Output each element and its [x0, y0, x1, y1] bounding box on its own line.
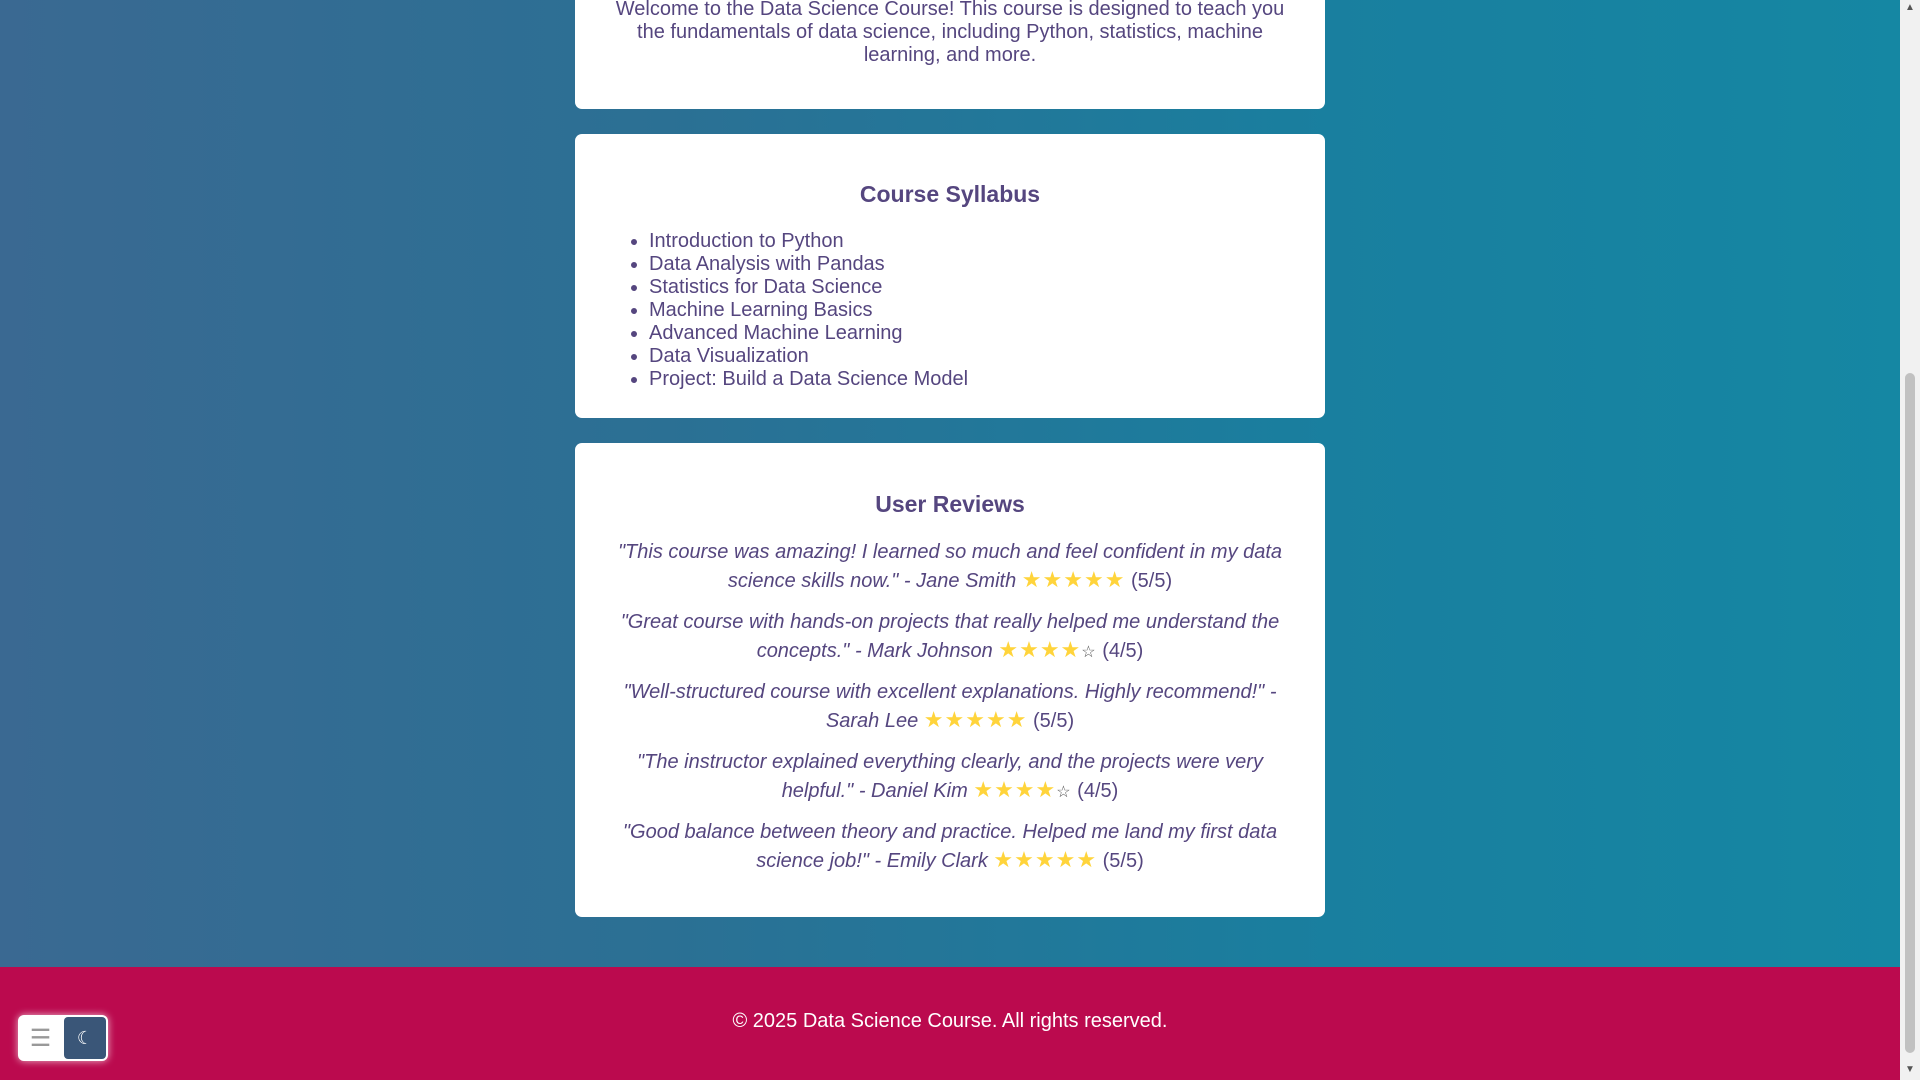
star-filled-icon: ★: [973, 777, 995, 802]
page-viewport: Welcome to the Data Science Course! This…: [0, 0, 1900, 1080]
star-filled-icon: ★: [1014, 777, 1036, 802]
star-filled-icon: ★: [998, 637, 1020, 662]
scrollbar-thumb[interactable]: [1905, 373, 1915, 1053]
star-rating: ★★★★★: [1021, 567, 1126, 592]
syllabus-item: Project: Build a Data Science Model: [649, 368, 968, 391]
star-filled-icon: ★: [1014, 847, 1035, 872]
star-rating: ★★★★☆: [973, 777, 1072, 802]
syllabus-card: Course Syllabus Introduction to Python D…: [575, 134, 1325, 418]
intro-text: Welcome to the Data Science Course! This…: [615, 0, 1285, 66]
star-filled-icon: ★: [1034, 847, 1056, 872]
review-item: "Good balance between theory and practic…: [615, 819, 1285, 875]
review-item: "Great course with hands-on projects tha…: [615, 609, 1285, 666]
star-filled-icon: ★: [1060, 637, 1082, 662]
star-filled-icon: ★: [923, 707, 945, 732]
review-quote: "Great course with hands-on projects tha…: [620, 611, 1280, 662]
star-filled-icon: ★: [1076, 847, 1098, 872]
review-score: (4/5): [1102, 640, 1144, 662]
site-footer: © 2025 Data Science Course. All rights r…: [0, 967, 1900, 1080]
star-filled-icon: ★: [965, 707, 986, 732]
star-filled-icon: ★: [1083, 567, 1105, 592]
star-rating: ★★★★☆: [998, 637, 1097, 662]
syllabus-item: Statistics for Data Science: [649, 276, 968, 299]
star-filled-icon: ★: [1039, 637, 1061, 662]
star-filled-icon: ★: [1055, 847, 1077, 872]
star-filled-icon: ★: [1063, 567, 1084, 592]
syllabus-list: Introduction to Python Data Analysis wit…: [649, 230, 968, 391]
floating-controls: ☰ ☾: [18, 1015, 108, 1061]
reviews-card: User Reviews "This course was amazing! I…: [575, 443, 1325, 917]
star-filled-icon: ★: [994, 777, 1015, 802]
syllabus-title: Course Syllabus: [859, 181, 1041, 207]
syllabus-item: Data Analysis with Pandas: [649, 253, 968, 276]
star-empty-icon: ☆: [1056, 784, 1072, 801]
syllabus-item: Data Visualization: [649, 345, 968, 368]
review-quote: "This course was amazing! I learned so m…: [617, 541, 1283, 592]
review-quote: "Good balance between theory and practic…: [622, 821, 1278, 872]
review-item: "The instructor explained everything cle…: [615, 749, 1285, 806]
star-filled-icon: ★: [1104, 567, 1126, 592]
reviews-title: User Reviews: [875, 491, 1025, 517]
menu-button[interactable]: ☰: [18, 1015, 63, 1061]
review-item: "Well-structured course with excellent e…: [615, 679, 1285, 735]
review-score: (5/5): [1032, 710, 1075, 732]
dark-mode-toggle[interactable]: ☾: [64, 1017, 106, 1059]
scroll-down-arrow[interactable]: ▼: [1904, 1064, 1916, 1076]
moon-icon: ☾: [76, 1027, 94, 1048]
review-quote: "The instructor explained everything cle…: [637, 751, 1263, 802]
star-filled-icon: ★: [1019, 637, 1040, 662]
star-filled-icon: ★: [1035, 777, 1057, 802]
intro-card: Welcome to the Data Science Course! This…: [575, 0, 1325, 109]
review-item: "This course was amazing! I learned so m…: [615, 539, 1285, 595]
syllabus-item: Advanced Machine Learning: [649, 322, 968, 345]
star-rating: ★★★★★: [993, 847, 1098, 872]
review-score: (5/5): [1102, 850, 1144, 872]
scroll-up-arrow[interactable]: ▲: [1904, 2, 1916, 14]
star-filled-icon: ★: [993, 847, 1015, 872]
star-empty-icon: ☆: [1081, 644, 1097, 661]
star-rating: ★★★★★: [923, 707, 1028, 732]
star-filled-icon: ★: [1021, 567, 1043, 592]
review-score: (4/5): [1077, 780, 1119, 802]
star-filled-icon: ★: [1006, 707, 1028, 732]
star-filled-icon: ★: [1042, 567, 1064, 592]
star-filled-icon: ★: [944, 707, 966, 732]
review-score: (5/5): [1131, 570, 1173, 592]
vertical-scrollbar[interactable]: ▲ ▼: [1900, 0, 1920, 1080]
star-filled-icon: ★: [985, 707, 1007, 732]
hamburger-icon: ☰: [29, 1024, 52, 1052]
syllabus-item: Introduction to Python: [649, 230, 968, 253]
footer-copyright: © 2025 Data Science Course. All rights r…: [732, 1010, 1168, 1032]
syllabus-item: Machine Learning Basics: [649, 299, 968, 322]
